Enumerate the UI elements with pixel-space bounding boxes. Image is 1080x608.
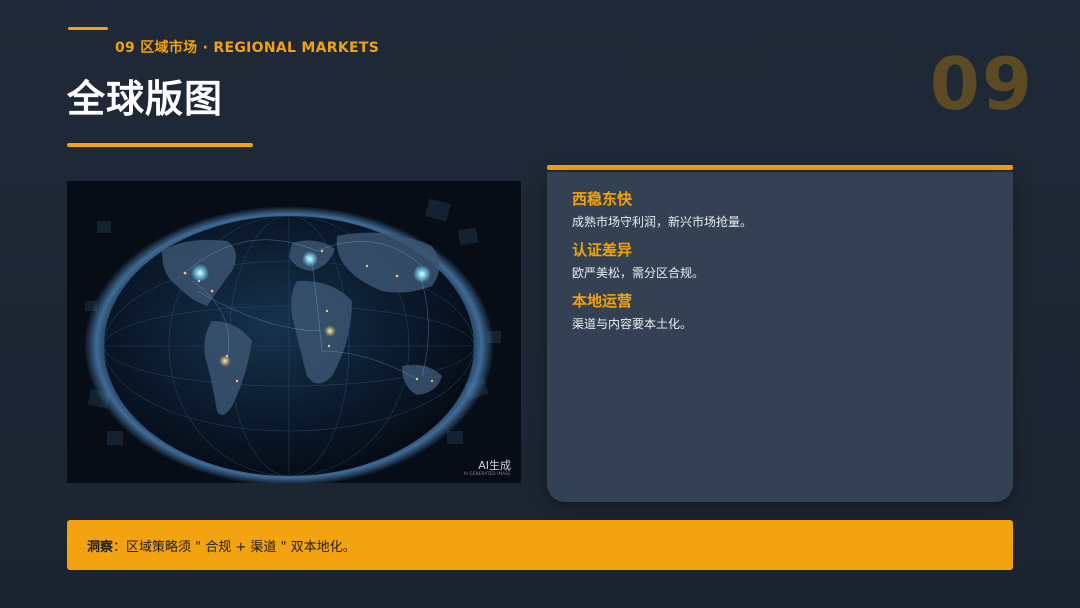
ai-badge-sub: AI GENERATED IMAGE [463, 471, 511, 476]
key-points-card: 西稳东快 成熟市场守利润，新兴市场抢量。 认证差异 欧严美松，需分区合规。 本地… [547, 172, 1013, 502]
top-accent-line [68, 27, 108, 30]
insight-text: 区域策略须 " 合规 + 渠道 " 双本地化。 [126, 539, 356, 555]
card-top-accent [547, 165, 1013, 170]
point-desc: 欧严美松，需分区合规。 [572, 266, 705, 280]
globe-image: AI生成 AI GENERATED IMAGE [67, 181, 521, 483]
page-number: 09 [929, 42, 1034, 126]
point-desc: 渠道与内容要本土化。 [572, 317, 693, 331]
globe-illustration [84, 198, 501, 483]
ai-generated-badge: AI生成 AI GENERATED IMAGE [464, 460, 511, 477]
point-item: 认证差异 欧严美松，需分区合规。 [572, 241, 704, 281]
section-label: 09 区域市场 · REGIONAL MARKETS [115, 40, 380, 56]
page-title: 全球版图 [67, 77, 224, 121]
insight-bar: 洞察 ： 区域策略须 " 合规 + 渠道 " 双本地化。 [67, 520, 1013, 570]
point-item: 西稳东快 成熟市场守利润，新兴市场抢量。 [572, 190, 752, 230]
point-title: 认证差异 [572, 241, 633, 259]
point-title: 西稳东快 [572, 190, 633, 208]
insight-label: 洞察 [87, 539, 114, 555]
point-item: 本地运营 渠道与内容要本土化。 [572, 292, 692, 332]
title-underline [67, 143, 253, 147]
point-title: 本地运营 [572, 292, 633, 310]
slide: 09 区域市场 · REGIONAL MARKETS 全球版图 09 AI生成 … [0, 0, 1080, 608]
insight-colon: ： [113, 539, 127, 555]
point-desc: 成熟市场守利润，新兴市场抢量。 [572, 215, 753, 229]
